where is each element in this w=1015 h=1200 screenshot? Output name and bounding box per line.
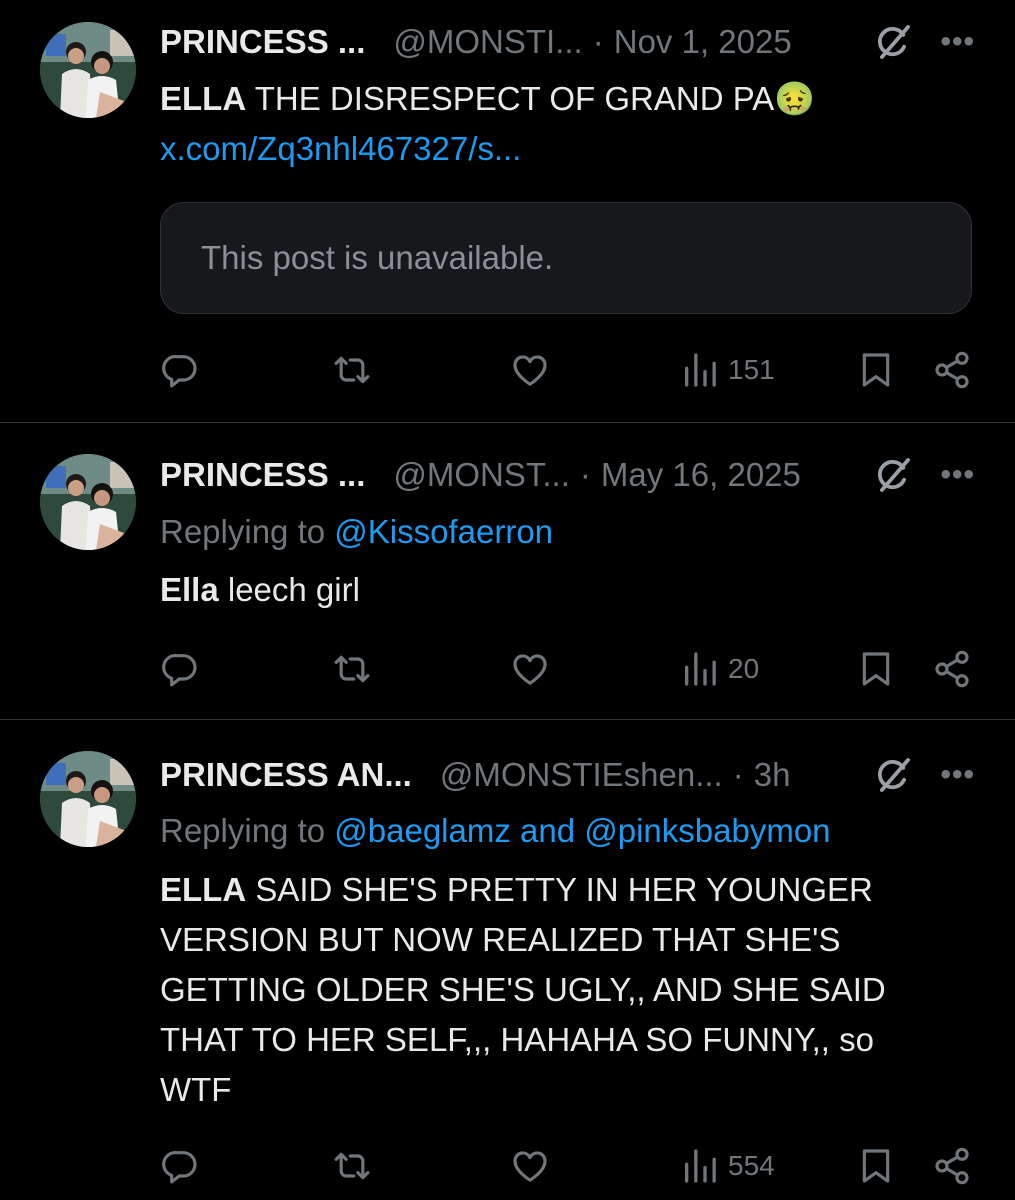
timestamp[interactable]: Nov 1, 2025	[614, 23, 792, 61]
repost-button[interactable]	[332, 645, 372, 693]
action-bar: 20	[160, 645, 975, 693]
reply-icon	[160, 350, 200, 390]
post-text: Ella leech girl	[160, 565, 935, 615]
username[interactable]: @MONSTI...	[393, 23, 582, 61]
share-icon	[932, 350, 972, 390]
timestamp[interactable]: May 16, 2025	[601, 456, 801, 494]
share-icon	[932, 1146, 972, 1186]
reply-button[interactable]	[160, 346, 200, 394]
post-2[interactable]: PRINCESS ... @MONST... · May 16, 2025 ••…	[0, 423, 1015, 719]
like-button[interactable]	[510, 346, 550, 394]
username[interactable]: @MONSTIEshen...	[440, 756, 723, 794]
replying-to: Replying to @Kissofaerron	[160, 513, 553, 551]
like-icon	[510, 1146, 550, 1186]
post-header: PRINCESS AN... @MONSTIEshen... · 3h •••	[160, 751, 975, 799]
text-body: leech girl	[218, 571, 360, 608]
separator-dot: ·	[732, 756, 744, 793]
views-count: 20	[728, 653, 760, 684]
reply-icon	[160, 649, 200, 689]
separator-dot: ·	[579, 456, 591, 493]
action-bar: 151	[160, 346, 975, 394]
post-link[interactable]: x.com/Zq3nhl467327/s...	[160, 130, 521, 167]
views-count: 151	[728, 354, 775, 385]
repost-icon	[332, 350, 372, 390]
bookmark-icon	[856, 649, 896, 689]
display-name[interactable]: PRINCESS AN...	[160, 756, 412, 794]
like-icon	[510, 649, 550, 689]
views-button[interactable]: 554	[680, 1142, 775, 1190]
views-icon	[680, 649, 720, 689]
text-body: THE DISRESPECT OF GRAND PA	[246, 80, 775, 117]
grok-icon[interactable]	[874, 456, 912, 494]
views-icon	[680, 350, 720, 390]
post-3[interactable]: PRINCESS AN... @MONSTIEshen... · 3h ••• …	[0, 720, 1015, 1200]
post-header: PRINCESS ... @MONSTI... · Nov 1, 2025 ••…	[160, 18, 975, 66]
nauseated-face-emoji-icon: 🤢	[774, 80, 816, 117]
more-icon[interactable]: •••	[940, 25, 975, 59]
like-button[interactable]	[510, 1142, 550, 1190]
post-1[interactable]: PRINCESS ... @MONSTI... · Nov 1, 2025 ••…	[0, 0, 1015, 420]
share-button[interactable]	[932, 1142, 972, 1190]
more-icon[interactable]: •••	[940, 758, 975, 792]
replying-prefix: Replying to	[160, 513, 335, 550]
views-count: 554	[728, 1150, 775, 1181]
text-bold: Ella	[160, 571, 219, 608]
reply-icon	[160, 1146, 200, 1186]
avatar[interactable]	[40, 454, 136, 550]
more-icon[interactable]: •••	[940, 458, 975, 492]
avatar-image	[40, 454, 136, 550]
share-button[interactable]	[932, 645, 972, 693]
views-button[interactable]: 151	[680, 346, 775, 394]
bookmark-icon	[856, 350, 896, 390]
replying-to-handles[interactable]: @Kissofaerron	[334, 513, 553, 550]
repost-icon	[332, 649, 372, 689]
text-bold: ELLA	[160, 80, 247, 117]
display-name[interactable]: PRINCESS ...	[160, 456, 365, 494]
reply-button[interactable]	[160, 645, 200, 693]
username[interactable]: @MONST...	[393, 456, 570, 494]
share-button[interactable]	[932, 346, 972, 394]
views-icon	[680, 1146, 720, 1186]
views-button[interactable]: 20	[680, 645, 759, 693]
avatar-image	[40, 22, 136, 118]
repost-button[interactable]	[332, 1142, 372, 1190]
text-bold: ELLA	[160, 871, 247, 908]
grok-icon[interactable]	[874, 756, 912, 794]
post-header: PRINCESS ... @MONST... · May 16, 2025 ••…	[160, 451, 975, 499]
quote-card-unavailable[interactable]: This post is unavailable.	[160, 202, 972, 314]
bookmark-button[interactable]	[856, 346, 896, 394]
replying-prefix: Replying to	[160, 812, 335, 849]
post-text: ELLA THE DISRESPECT OF GRAND PA🤢 x.com/Z…	[160, 74, 935, 174]
repost-button[interactable]	[332, 346, 372, 394]
text-body: SAID SHE'S PRETTY IN HER YOUNGER VERSION…	[160, 871, 886, 1108]
replying-to-handles[interactable]: @baeglamz and @pinksbabymon	[334, 812, 830, 849]
bookmark-button[interactable]	[856, 645, 896, 693]
avatar-image	[40, 751, 136, 847]
avatar[interactable]	[40, 22, 136, 118]
action-bar: 554	[160, 1142, 975, 1190]
avatar[interactable]	[40, 751, 136, 847]
bookmark-button[interactable]	[856, 1142, 896, 1190]
repost-icon	[332, 1146, 372, 1186]
grok-icon[interactable]	[874, 23, 912, 61]
reply-button[interactable]	[160, 1142, 200, 1190]
replying-to: Replying to @baeglamz and @pinksbabymon	[160, 812, 831, 850]
display-name[interactable]: PRINCESS ...	[160, 23, 365, 61]
post-text: ELLA SAID SHE'S PRETTY IN HER YOUNGER VE…	[160, 865, 935, 1115]
share-icon	[932, 649, 972, 689]
timestamp[interactable]: 3h	[754, 756, 791, 794]
bookmark-icon	[856, 1146, 896, 1186]
like-icon	[510, 350, 550, 390]
separator-dot: ·	[592, 23, 604, 60]
like-button[interactable]	[510, 645, 550, 693]
